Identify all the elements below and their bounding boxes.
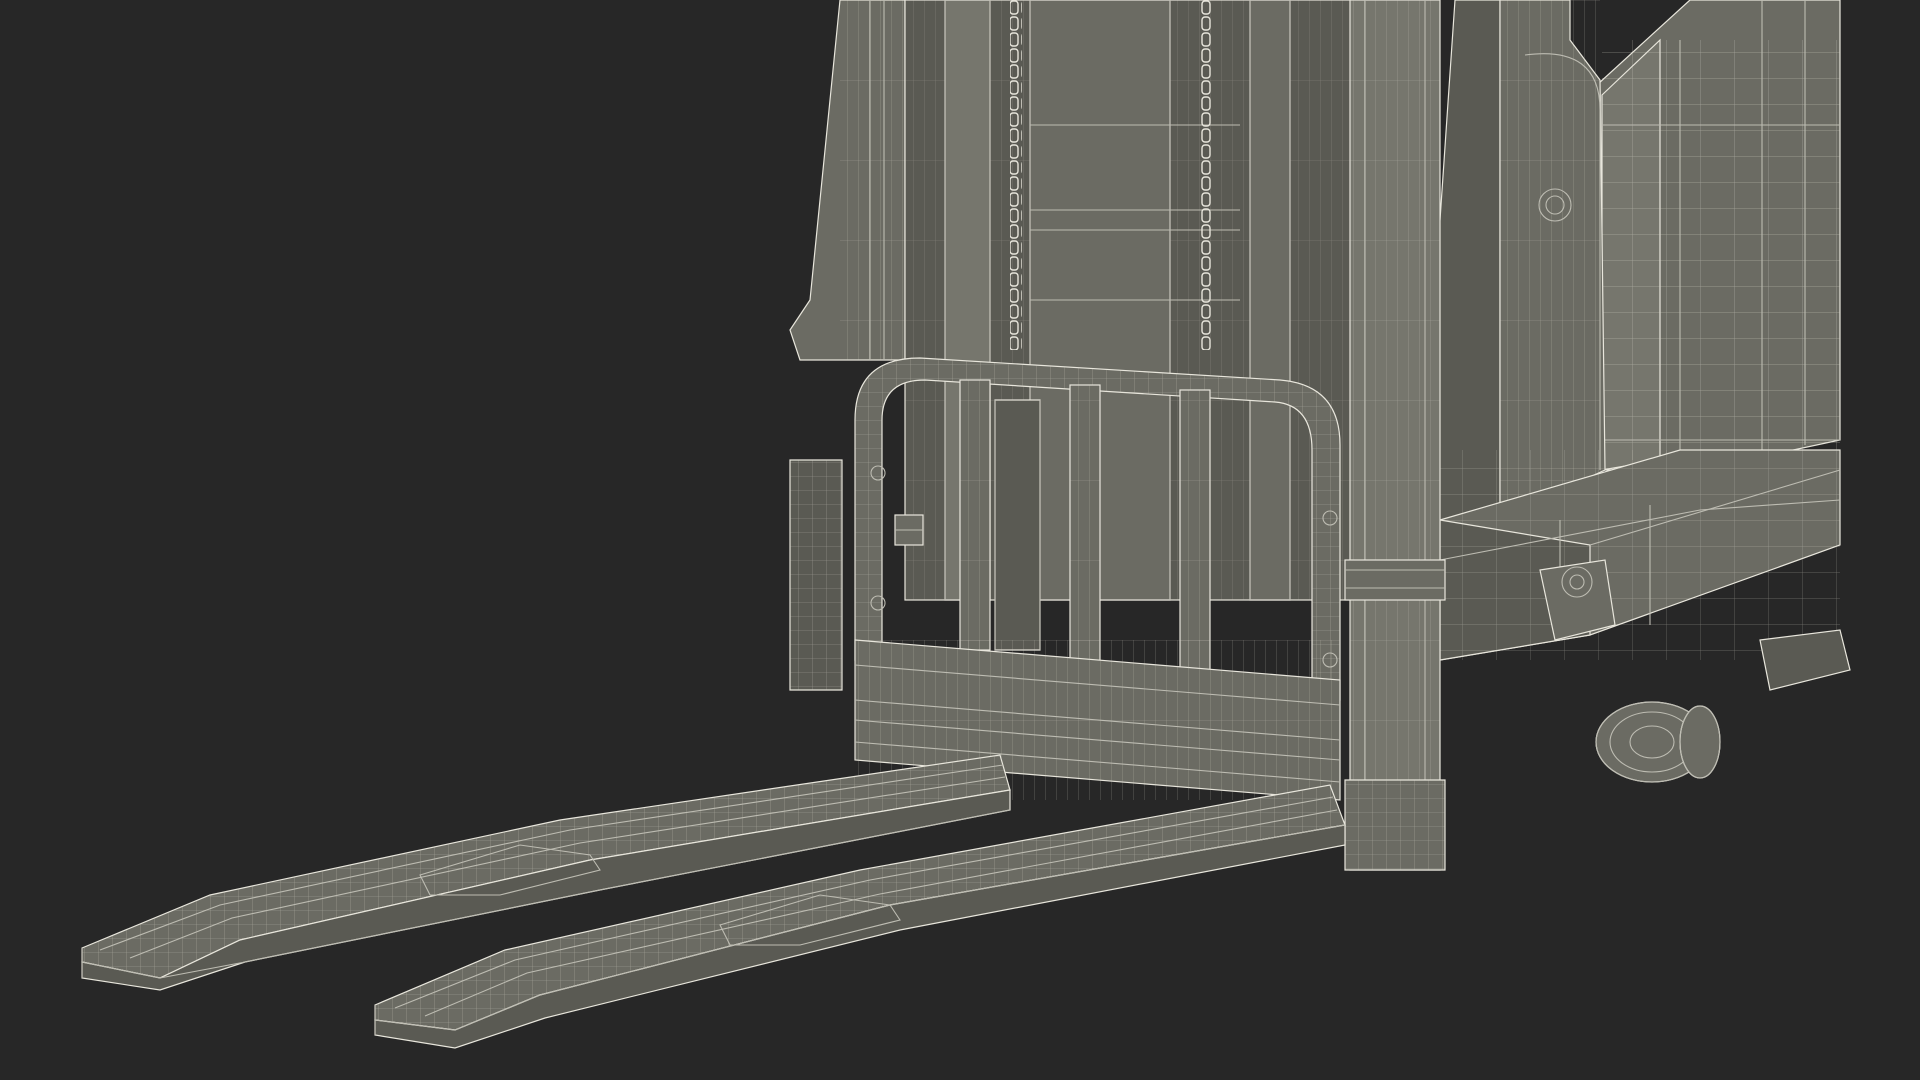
3d-viewport[interactable] xyxy=(0,0,1920,1080)
chassis xyxy=(1439,449,1841,661)
mast-left xyxy=(789,0,906,691)
lift-cylinder xyxy=(1344,0,1446,871)
battery-housing xyxy=(1574,0,1841,471)
wireframe-scene xyxy=(81,0,1851,1049)
